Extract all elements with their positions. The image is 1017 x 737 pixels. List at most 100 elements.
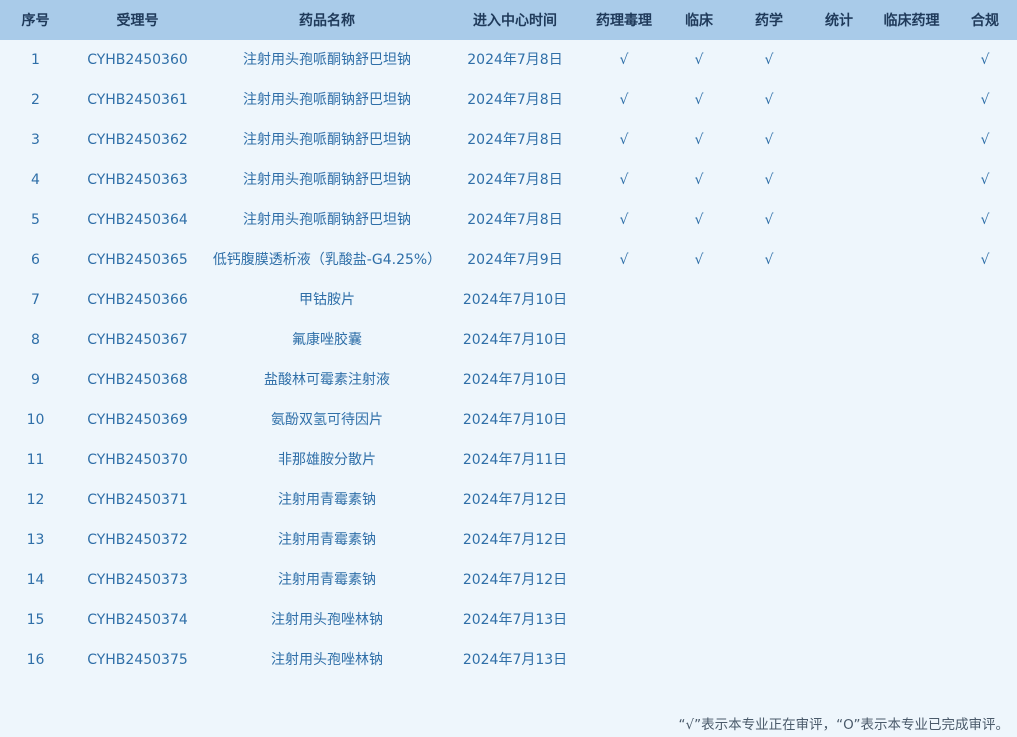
col-clin-pharm-header: 临床药理 (870, 0, 953, 40)
cell-entry-time: 2024年7月9日 (467, 252, 563, 268)
cell-clin-pharm (870, 320, 953, 360)
cell-accept-no: CYHB2450372 (87, 532, 188, 548)
cell-accept-no: CYHB2450367 (87, 332, 188, 348)
cell-drug-name: 非那雄胺分散片 (278, 452, 376, 468)
cell-drug-name: 注射用青霉素钠 (278, 532, 376, 548)
cell-clin-pharm (870, 600, 953, 640)
table-row: 5 CYHB2450364 注射用头孢哌酮钠舒巴坦钠 2024年7月8日 √ √ √ √ (0, 200, 1017, 240)
cell-clin-pharm (870, 280, 953, 320)
table-row: 8 CYHB2450367 氟康唑胶囊 2024年7月10日 (0, 320, 1017, 360)
cell-compliance (953, 480, 1017, 520)
cell-index: 9 (31, 372, 40, 388)
cell-index: 7 (31, 292, 40, 308)
cell-clinical (668, 440, 730, 480)
cell-index: 4 (31, 172, 40, 188)
cell-index: 13 (26, 532, 45, 548)
cell-pharm-tox (580, 400, 668, 440)
cell-pharm-tox (580, 360, 668, 400)
cell-drug-name: 注射用头孢哌酮钠舒巴坦钠 (243, 132, 411, 148)
cell-index: 1 (31, 52, 40, 68)
cell-statistics (808, 80, 870, 120)
col-compliance-header: 合规 (953, 0, 1017, 40)
cell-drug-name: 盐酸林可霉素注射液 (264, 372, 390, 388)
cell-entry-time: 2024年7月8日 (467, 212, 563, 228)
cell-clin-pharm (870, 560, 953, 600)
cell-clin-pharm (870, 440, 953, 480)
cell-pharmacy: √ (764, 52, 774, 68)
col-index-header: 序号 (0, 0, 71, 40)
cell-drug-name: 注射用青霉素钠 (278, 492, 376, 508)
cell-entry-time: 2024年7月10日 (462, 292, 568, 308)
cell-accept-no: CYHB2450366 (87, 292, 188, 308)
cell-compliance: √ (980, 132, 990, 148)
col-pharmacy-header: 药学 (730, 0, 808, 40)
cell-entry-time: 2024年7月10日 (462, 372, 568, 388)
table-body: 1 CYHB2450360 注射用头孢哌酮钠舒巴坦钠 2024年7月8日 √ √ √ √ 2 CY… (0, 40, 1017, 680)
cell-pharmacy: √ (764, 252, 774, 268)
cell-compliance: √ (980, 52, 990, 68)
cell-pharmacy (730, 640, 808, 680)
cell-pharmacy (730, 320, 808, 360)
cell-accept-no: CYHB2450370 (87, 452, 188, 468)
cell-pharmacy (730, 400, 808, 440)
cell-pharm-tox (580, 280, 668, 320)
cell-drug-name: 注射用头孢哌酮钠舒巴坦钠 (243, 92, 411, 108)
cell-statistics (808, 440, 870, 480)
cell-index: 12 (26, 492, 45, 508)
cell-index: 8 (31, 332, 40, 348)
table-row: 2 CYHB2450361 注射用头孢哌酮钠舒巴坦钠 2024年7月8日 √ √ √ √ (0, 80, 1017, 120)
cell-compliance (953, 560, 1017, 600)
table-row: 3 CYHB2450362 注射用头孢哌酮钠舒巴坦钠 2024年7月8日 √ √ √ √ (0, 120, 1017, 160)
cell-pharm-tox (580, 640, 668, 680)
cell-entry-time: 2024年7月12日 (462, 572, 568, 588)
cell-accept-no: CYHB2450363 (87, 172, 188, 188)
cell-statistics (808, 400, 870, 440)
cell-pharm-tox: √ (619, 212, 629, 228)
cell-clinical: √ (694, 172, 704, 188)
cell-pharmacy (730, 280, 808, 320)
col-accept-no-header: 受理号 (71, 0, 204, 40)
cell-clinical: √ (694, 92, 704, 108)
cell-clin-pharm (870, 40, 953, 80)
table-row: 1 CYHB2450360 注射用头孢哌酮钠舒巴坦钠 2024年7月8日 √ √ √ √ (0, 40, 1017, 80)
cell-pharm-tox: √ (619, 52, 629, 68)
cell-clin-pharm (870, 400, 953, 440)
cell-drug-name: 氟康唑胶囊 (292, 332, 362, 348)
cell-clin-pharm (870, 240, 953, 280)
review-status-page: 序号 受理号 药品名称 进入中心时间 药理毒理 临床 药学 统计 临床药理 合规 1 CYHB245… (0, 0, 1017, 737)
cell-clin-pharm (870, 160, 953, 200)
cell-entry-time: 2024年7月8日 (467, 92, 563, 108)
cell-compliance (953, 520, 1017, 560)
cell-pharmacy (730, 440, 808, 480)
cell-pharmacy: √ (764, 132, 774, 148)
cell-clinical (668, 320, 730, 360)
cell-pharm-tox (580, 440, 668, 480)
cell-pharm-tox (580, 560, 668, 600)
cell-clinical (668, 560, 730, 600)
cell-entry-time: 2024年7月8日 (467, 172, 563, 188)
cell-pharm-tox: √ (619, 92, 629, 108)
cell-clinical (668, 520, 730, 560)
col-entry-time-header: 进入中心时间 (450, 0, 580, 40)
cell-entry-time: 2024年7月13日 (462, 612, 568, 628)
table-header: 序号 受理号 药品名称 进入中心时间 药理毒理 临床 药学 统计 临床药理 合规 (0, 0, 1017, 40)
cell-index: 15 (26, 612, 45, 628)
table-row: 6 CYHB2450365 低钙腹膜透析液（乳酸盐-G4.25%） 2024年7月9日… (0, 240, 1017, 280)
cell-clinical: √ (694, 212, 704, 228)
cell-statistics (808, 120, 870, 160)
cell-entry-time: 2024年7月8日 (467, 132, 563, 148)
cell-clinical (668, 400, 730, 440)
cell-accept-no: CYHB2450369 (87, 412, 188, 428)
cell-accept-no: CYHB2450365 (87, 252, 188, 268)
cell-clin-pharm (870, 80, 953, 120)
cell-clin-pharm (870, 640, 953, 680)
cell-accept-no: CYHB2450360 (87, 52, 188, 68)
cell-entry-time: 2024年7月10日 (462, 412, 568, 428)
cell-accept-no: CYHB2450361 (87, 92, 188, 108)
col-pharm-tox-header: 药理毒理 (580, 0, 668, 40)
cell-compliance (953, 360, 1017, 400)
cell-accept-no: CYHB2450375 (87, 652, 188, 668)
cell-drug-name: 注射用青霉素钠 (278, 572, 376, 588)
cell-compliance: √ (980, 92, 990, 108)
table-row: 9 CYHB2450368 盐酸林可霉素注射液 2024年7月10日 (0, 360, 1017, 400)
